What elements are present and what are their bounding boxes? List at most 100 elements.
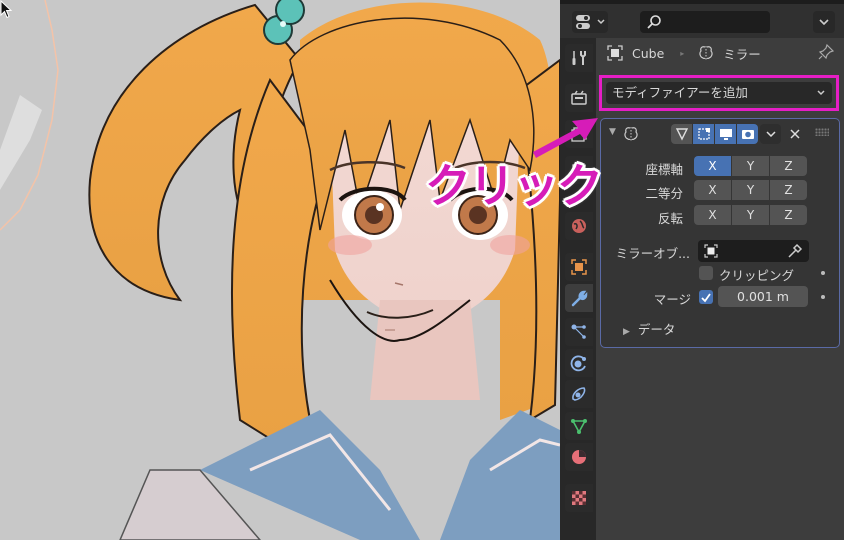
mirror-modifier-panel: ▼ 座標軸 X Y Z 二等分 X Y Z 反転 X Y Z ミラーオブ... … — [600, 118, 840, 348]
checkmark-icon — [701, 293, 711, 303]
keyframe-dot-icon[interactable] — [821, 271, 825, 275]
bisect-toggle-group: X Y Z — [694, 180, 807, 200]
3d-viewport[interactable] — [0, 0, 560, 540]
remove-modifier-button[interactable] — [784, 124, 805, 144]
camera-icon — [741, 130, 754, 139]
modifier-menu-button[interactable] — [760, 124, 781, 144]
edit-mode-icon — [697, 128, 710, 140]
properties-content: Cube ▸ ミラー モディファイアーを追加 ▼ 座標軸 X Y Z 二等分 X… — [596, 38, 844, 540]
bisect-z-toggle[interactable]: Z — [770, 180, 807, 200]
object-icon — [704, 244, 718, 258]
collapse-triangle-icon[interactable]: ▼ — [609, 127, 616, 137]
breadcrumb: Cube ▸ ミラー — [596, 38, 844, 68]
merge-checkbox[interactable] — [699, 290, 713, 304]
tab-view-layer[interactable] — [565, 156, 593, 184]
bisect-y-toggle[interactable]: Y — [732, 180, 769, 200]
breadcrumb-separator: ▸ — [680, 48, 685, 58]
axis-toggle-group: X Y Z — [694, 156, 807, 176]
search-icon — [647, 15, 661, 29]
search-input[interactable] — [640, 11, 770, 33]
tab-particles[interactable] — [565, 318, 593, 346]
clipping-checkbox[interactable] — [699, 266, 713, 280]
flip-label: 反転 — [657, 211, 683, 226]
render-toggle[interactable] — [737, 124, 758, 144]
axis-x-toggle[interactable]: X — [694, 156, 731, 176]
mirror-object-label: ミラーオブ... — [615, 246, 690, 261]
gizmo-shape — [0, 95, 42, 190]
tab-tool[interactable] — [565, 44, 593, 72]
axis-z-toggle[interactable]: Z — [770, 156, 807, 176]
tool-icon — [572, 51, 586, 65]
properties-tabs — [560, 38, 596, 540]
tab-object[interactable] — [565, 253, 593, 281]
flip-x-toggle[interactable]: X — [694, 205, 731, 225]
options-dropdown-button[interactable] — [813, 11, 835, 33]
edit-mode-toggle[interactable] — [693, 124, 714, 144]
tab-data[interactable] — [565, 412, 593, 440]
editor-type-button[interactable] — [572, 11, 608, 33]
properties-editor-icon — [576, 15, 590, 29]
constraints-icon — [572, 387, 586, 401]
bisect-label: 二等分 — [645, 186, 683, 201]
properties-editor: Cube ▸ ミラー モディファイアーを追加 ▼ 座標軸 X Y Z 二等分 X… — [560, 0, 844, 540]
flip-y-toggle[interactable]: Y — [732, 205, 769, 225]
add-modifier-label: モディファイアーを追加 — [612, 85, 748, 100]
flip-toggle-group: X Y Z — [694, 205, 807, 225]
viewport-illustration — [0, 0, 560, 540]
render-icon — [571, 90, 587, 105]
tab-render[interactable] — [565, 84, 593, 112]
view-layer-icon — [572, 164, 586, 176]
mirror-object-field[interactable] — [698, 240, 809, 262]
bisect-x-toggle[interactable]: X — [694, 180, 731, 200]
chevron-down-icon — [819, 19, 829, 25]
merge-distance-field[interactable]: 0.001 m — [718, 286, 808, 307]
output-icon — [571, 127, 587, 142]
object-icon — [571, 259, 587, 275]
chevron-down-icon — [765, 131, 776, 137]
chevron-down-icon — [817, 90, 825, 96]
clipping-label: クリッピング — [719, 268, 795, 283]
flip-z-toggle[interactable]: Z — [770, 205, 807, 225]
material-icon — [572, 450, 586, 464]
tab-constraints[interactable] — [565, 380, 593, 408]
data-subpanel-label: データ — [637, 322, 676, 337]
texture-icon — [572, 491, 586, 505]
data-subpanel-header[interactable]: ▶ データ — [623, 319, 675, 338]
properties-header — [560, 0, 844, 38]
object-icon — [607, 45, 623, 61]
world-icon — [572, 219, 586, 233]
viewport-display-toggle[interactable] — [715, 124, 736, 144]
mirror-modifier-icon — [699, 46, 713, 60]
chevron-down-icon — [597, 19, 605, 25]
pin-icon[interactable] — [818, 44, 834, 60]
wrench-icon — [571, 290, 588, 307]
vertex-triangle-icon — [675, 128, 688, 141]
add-modifier-dropdown[interactable]: モディファイアーを追加 — [606, 82, 832, 104]
close-icon — [789, 129, 800, 139]
axis-label: 座標軸 — [645, 162, 683, 177]
keyframe-dot-icon[interactable] — [821, 295, 825, 299]
tab-output[interactable] — [565, 120, 593, 148]
axis-y-toggle[interactable]: Y — [732, 156, 769, 176]
expand-triangle-icon: ▶ — [623, 327, 630, 337]
neck — [370, 300, 480, 400]
add-modifier-highlight: モディファイアーを追加 — [599, 75, 839, 111]
breadcrumb-object-name: Cube — [632, 45, 665, 61]
mirror-modifier-icon — [624, 127, 638, 141]
tab-modifiers[interactable] — [565, 284, 593, 312]
physics-icon — [570, 355, 586, 372]
breadcrumb-modifier-name: ミラー — [723, 46, 761, 62]
mouse-cursor-icon — [0, 0, 13, 19]
eyedropper-icon[interactable] — [787, 243, 803, 259]
tab-material[interactable] — [565, 443, 593, 471]
tab-physics[interactable] — [565, 349, 593, 377]
mesh-data-icon — [571, 419, 587, 434]
monitor-icon — [719, 129, 732, 140]
particles-icon — [571, 324, 586, 339]
tab-texture[interactable] — [565, 484, 593, 512]
on-cage-toggle[interactable] — [671, 124, 692, 144]
tab-world[interactable] — [565, 212, 593, 240]
modifier-panel-header[interactable]: ▼ — [601, 119, 838, 149]
merge-label: マージ — [653, 292, 691, 307]
drag-handle-icon[interactable] — [815, 128, 829, 136]
